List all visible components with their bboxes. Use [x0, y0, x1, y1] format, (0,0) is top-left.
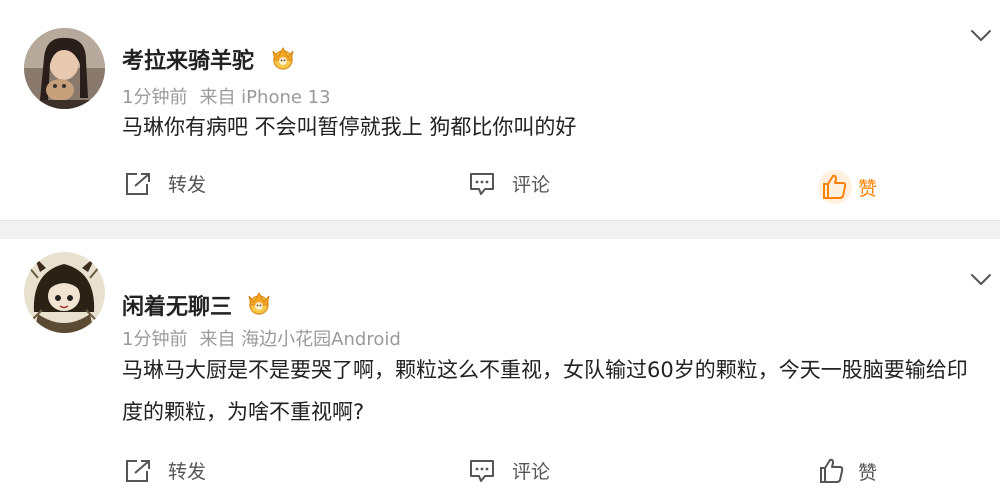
- comment-label: 评论: [512, 461, 551, 483]
- comment-text: 马琳马大厨是不是要哭了啊，颗粒这么不重视，女队输过60岁的颗粒，今天一股脑要输给…: [122, 358, 968, 424]
- source-label: 来自 海边小花园Android: [199, 329, 401, 350]
- repost-button[interactable]: 转发: [124, 457, 206, 484]
- like-button[interactable]: 赞: [818, 170, 877, 204]
- repost-label: 转发: [168, 461, 207, 483]
- source-label: 来自 iPhone 13: [199, 87, 331, 108]
- like-label: 赞: [858, 177, 878, 200]
- crown-badge-icon: [244, 287, 274, 317]
- repost-icon: [126, 459, 150, 482]
- thumbs-up-icon: [818, 170, 852, 204]
- comment-button[interactable]: 评论: [468, 457, 550, 484]
- comment-item: 闲着无聊三 1分钟前 来自 海边小花园Android 马琳马大厨是不是要哭了啊，颗…: [0, 239, 1000, 489]
- like-label: 赞: [858, 461, 878, 484]
- post-meta: 1分钟前 来自 海边小花园Android: [122, 325, 401, 351]
- crown-badge-icon: [268, 42, 298, 72]
- avatar[interactable]: [24, 252, 105, 333]
- like-button[interactable]: 赞: [818, 457, 877, 485]
- repost-label: 转发: [168, 174, 207, 196]
- avatar[interactable]: [24, 28, 105, 109]
- chevron-down-icon[interactable]: [970, 28, 992, 42]
- comment-button[interactable]: 评论: [468, 170, 550, 197]
- thumbs-up-icon: [820, 458, 844, 483]
- comment-label: 评论: [512, 174, 551, 196]
- username[interactable]: 考拉来骑羊驼: [122, 43, 254, 75]
- comment-text: 马琳你有病吧 不会叫暂停就我上 狗都比你叫的好: [122, 115, 577, 139]
- comment-icon: [470, 172, 494, 195]
- repost-icon: [126, 172, 150, 195]
- username[interactable]: 闲着无聊三: [122, 289, 232, 321]
- timestamp: 1分钟前: [122, 329, 188, 350]
- comment-icon: [470, 459, 494, 482]
- timestamp: 1分钟前: [122, 87, 188, 108]
- post-divider: [0, 220, 1000, 239]
- comment-item: 考拉来骑羊驼 1分钟前 来自 iPhone 13 马琳你有病吧 不会叫暂停就我上 …: [0, 0, 1000, 220]
- chevron-down-icon[interactable]: [970, 272, 992, 286]
- repost-button[interactable]: 转发: [124, 170, 206, 197]
